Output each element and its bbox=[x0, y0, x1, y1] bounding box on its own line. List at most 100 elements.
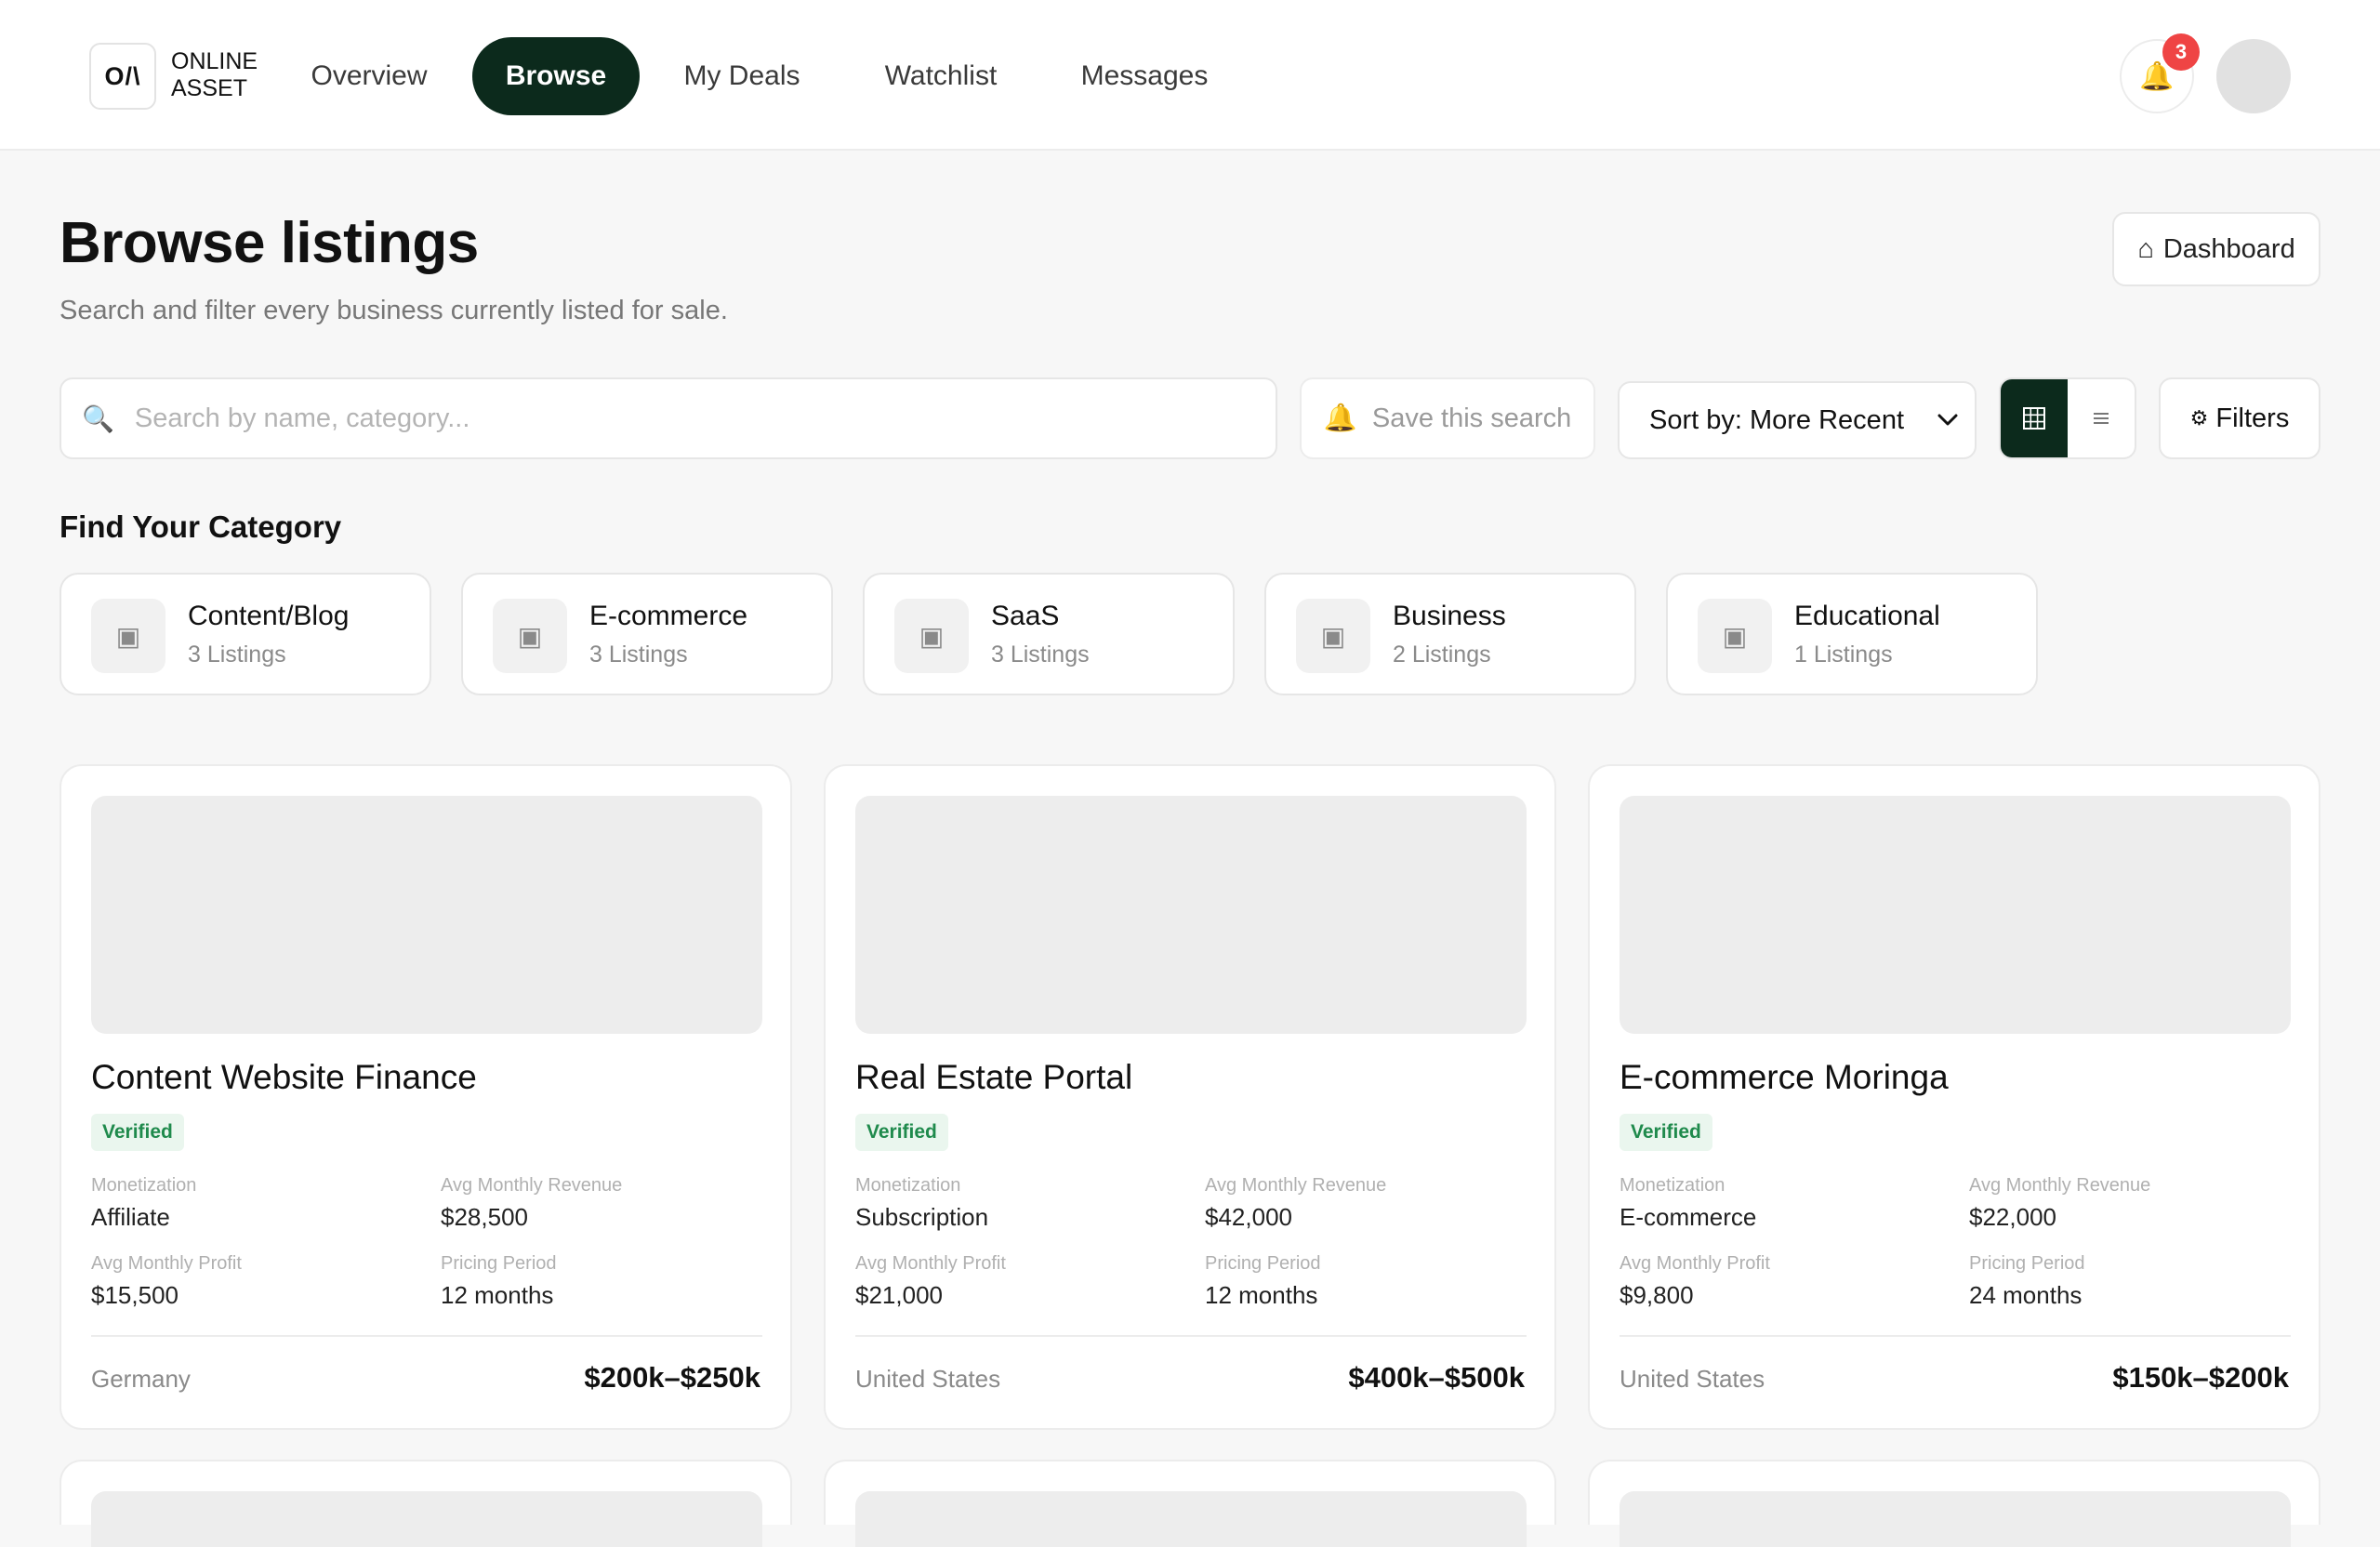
category-icon: ▣ bbox=[1296, 599, 1370, 673]
listing-image bbox=[91, 1491, 762, 1547]
revenue-value: $28,500 bbox=[441, 1203, 528, 1231]
revenue-value: $22,000 bbox=[1969, 1203, 2056, 1231]
listing-card[interactable]: Content Website Finance Verified Monetiz… bbox=[60, 764, 792, 1430]
listing-card[interactable] bbox=[1588, 1460, 2320, 1547]
brand-logo[interactable]: O/\ bbox=[89, 43, 156, 110]
listing-card[interactable] bbox=[60, 1460, 792, 1547]
listing-price: $400k–$500k bbox=[1348, 1361, 1525, 1394]
listing-title[interactable]: Content Website Finance bbox=[91, 1058, 477, 1097]
revenue-label: Avg Monthly Revenue bbox=[1969, 1175, 2151, 1196]
nav-messages[interactable]: Messages bbox=[1060, 37, 1229, 115]
pricing-period-label: Pricing Period bbox=[1205, 1253, 1321, 1274]
card-divider bbox=[1620, 1335, 2291, 1337]
category-card[interactable]: ▣ SaaS 3 Listings bbox=[863, 573, 1235, 695]
category-icon: ▣ bbox=[1698, 599, 1772, 673]
home-icon: ⌂ bbox=[2137, 233, 2154, 264]
monetization-value: Subscription bbox=[855, 1203, 989, 1231]
monetization-label: Monetization bbox=[91, 1175, 197, 1196]
chevron-down-icon bbox=[1937, 414, 1958, 426]
category-card[interactable]: ▣ Educational 1 Listings bbox=[1666, 573, 2038, 695]
page-title: Browse listings bbox=[60, 211, 479, 275]
listing-image bbox=[91, 796, 762, 1034]
pricing-period-value: 12 months bbox=[1205, 1281, 1318, 1309]
verified-badge: Verified bbox=[1620, 1114, 1712, 1151]
listing-title[interactable]: Real Estate Portal bbox=[855, 1058, 1132, 1097]
search-icon: 🔍 bbox=[82, 403, 114, 433]
pricing-period-value: 12 months bbox=[441, 1281, 554, 1309]
listing-location: United States bbox=[1620, 1365, 1765, 1393]
filters-button-label: Filters bbox=[2215, 403, 2290, 433]
category-count: 3 Listings bbox=[991, 641, 1090, 668]
nav-overview[interactable]: Overview bbox=[296, 37, 443, 115]
top-navigation-bar: O/\ ONLINE ASSET Overview Browse My Deal… bbox=[0, 0, 2380, 151]
pricing-period-label: Pricing Period bbox=[1969, 1253, 2085, 1274]
category-icon: ▣ bbox=[894, 599, 969, 673]
listing-location: Germany bbox=[91, 1365, 191, 1393]
save-search-button[interactable]: 🔔 Save this search bbox=[1300, 377, 1595, 459]
profit-value: $21,000 bbox=[855, 1281, 943, 1309]
search-input[interactable] bbox=[134, 403, 1232, 434]
category-card[interactable]: ▣ Content/Blog 3 Listings bbox=[60, 573, 431, 695]
monetization-label: Monetization bbox=[855, 1175, 961, 1196]
profit-value: $9,800 bbox=[1620, 1281, 1694, 1309]
grid-icon bbox=[2023, 407, 2045, 430]
monetization-value: E-commerce bbox=[1620, 1203, 1757, 1231]
category-section-heading: Find Your Category bbox=[60, 509, 342, 544]
category-name: Content/Blog bbox=[188, 601, 350, 631]
view-mode-toggle bbox=[1999, 377, 2136, 459]
category-name: SaaS bbox=[991, 601, 1060, 631]
listing-price: $150k–$200k bbox=[2112, 1361, 2289, 1394]
listing-card[interactable]: E-commerce Moringa Verified Monetization… bbox=[1588, 764, 2320, 1430]
pricing-period-value: 24 months bbox=[1969, 1281, 2082, 1309]
category-name: Business bbox=[1393, 601, 1506, 631]
page-subtitle: Search and filter every business current… bbox=[60, 296, 728, 325]
profit-label: Avg Monthly Profit bbox=[91, 1253, 242, 1274]
user-avatar[interactable] bbox=[2216, 39, 2291, 113]
listing-card[interactable] bbox=[824, 1460, 1556, 1547]
list-icon bbox=[2094, 413, 2109, 424]
dashboard-button-label: Dashboard bbox=[2162, 233, 2295, 264]
profit-label: Avg Monthly Profit bbox=[855, 1253, 1006, 1274]
listing-image bbox=[855, 1491, 1527, 1547]
category-icon: ▣ bbox=[91, 599, 165, 673]
nav-browse[interactable]: Browse bbox=[472, 37, 640, 115]
listing-image bbox=[1620, 1491, 2291, 1547]
nav-watchlist[interactable]: Watchlist bbox=[855, 37, 1026, 115]
revenue-label: Avg Monthly Revenue bbox=[1205, 1175, 1387, 1196]
nav-my-deals[interactable]: My Deals bbox=[669, 37, 814, 115]
list-view-button[interactable] bbox=[2068, 379, 2135, 457]
listing-location: United States bbox=[855, 1365, 1001, 1393]
sort-select[interactable]: Sort by: More Recent bbox=[1618, 381, 1977, 459]
listing-image bbox=[1620, 796, 2291, 1034]
category-count: 3 Listings bbox=[589, 641, 688, 668]
category-card[interactable]: ▣ Business 2 Listings bbox=[1264, 573, 1636, 695]
search-bar: 🔍 bbox=[60, 377, 1277, 459]
bell-icon: 🔔 bbox=[1323, 403, 1357, 433]
verified-badge: Verified bbox=[855, 1114, 948, 1151]
pricing-period-label: Pricing Period bbox=[441, 1253, 557, 1274]
listing-price: $200k–$250k bbox=[584, 1361, 760, 1394]
filters-button[interactable]: ⚙ Filters bbox=[2159, 377, 2320, 459]
category-name: Educational bbox=[1794, 601, 1940, 631]
sort-select-value: Sort by: More Recent bbox=[1649, 404, 1904, 435]
save-search-label: Save this search bbox=[1371, 403, 1572, 433]
listing-card[interactable]: Real Estate Portal Verified Monetization… bbox=[824, 764, 1556, 1430]
category-card[interactable]: ▣ E-commerce 3 Listings bbox=[461, 573, 833, 695]
card-divider bbox=[855, 1335, 1527, 1337]
gear-icon: ⚙ bbox=[2189, 406, 2209, 430]
monetization-value: Affiliate bbox=[91, 1203, 170, 1231]
category-icon: ▣ bbox=[493, 599, 567, 673]
listing-title[interactable]: E-commerce Moringa bbox=[1620, 1058, 1949, 1097]
profit-label: Avg Monthly Profit bbox=[1620, 1253, 1770, 1274]
category-name: E-commerce bbox=[589, 601, 748, 631]
card-divider bbox=[91, 1335, 762, 1337]
monetization-label: Monetization bbox=[1620, 1175, 1726, 1196]
notification-count-badge: 3 bbox=[2162, 33, 2200, 71]
dashboard-button[interactable]: ⌂ Dashboard bbox=[2112, 212, 2320, 286]
grid-view-button[interactable] bbox=[2001, 379, 2068, 457]
listing-image bbox=[855, 796, 1527, 1034]
category-count: 3 Listings bbox=[188, 641, 286, 668]
revenue-label: Avg Monthly Revenue bbox=[441, 1175, 623, 1196]
category-count: 2 Listings bbox=[1393, 641, 1491, 668]
category-count: 1 Listings bbox=[1794, 641, 1893, 668]
